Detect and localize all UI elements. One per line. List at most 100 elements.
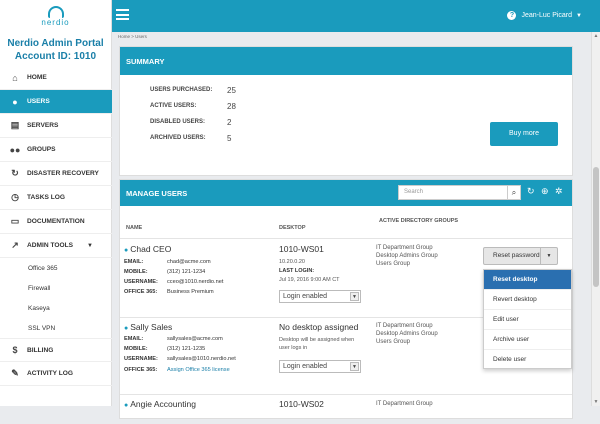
column-header-desktop: DESKTOP bbox=[279, 225, 306, 231]
summary-row: ACTIVE USERS: 28 bbox=[150, 102, 236, 111]
sidebar-item-label: BILLING bbox=[27, 346, 54, 354]
caret-down-icon: ▼ bbox=[576, 12, 582, 19]
sidebar-nav: ⌂ HOME ● USERS ▤ SERVERS ●● GROUPS ↻ DISASTER… bbox=[0, 66, 112, 386]
mobile-field: MOBILE: (312) 121-1235 bbox=[124, 346, 206, 352]
summary-panel: SUMMARY USERS PURCHASED: 25 ACTIVE USERS:… bbox=[119, 46, 573, 176]
username-field: USERNAME: sallysales@1010.nerdio.net bbox=[124, 356, 236, 362]
clock-icon: ◷ bbox=[11, 192, 19, 202]
office365-field: OFFICE 365: Assign Office 365 license bbox=[124, 367, 230, 373]
column-header-name: NAME bbox=[126, 225, 143, 231]
scrollbar-thumb[interactable] bbox=[593, 167, 599, 287]
user-name: Jean-Luc Picard bbox=[521, 12, 573, 19]
chevron-down-icon: ▼ bbox=[350, 292, 359, 301]
summary-title: SUMMARY bbox=[120, 47, 572, 75]
help-icon[interactable]: ? bbox=[507, 11, 517, 20]
add-user-icon[interactable]: ⊕ bbox=[541, 186, 549, 197]
ad-groups: IT Department Group Desktop Admins Group U… bbox=[376, 323, 438, 345]
reset-password-button[interactable]: Reset password ▼ bbox=[483, 247, 558, 265]
settings-gear-icon[interactable]: ✲ bbox=[555, 186, 563, 197]
group-icon: ●● bbox=[9, 144, 21, 155]
book-icon: ▭ bbox=[10, 216, 20, 226]
menu-item-reset-desktop[interactable]: Reset desktop bbox=[484, 270, 571, 290]
sidebar-item-label: GROUPS bbox=[27, 146, 56, 153]
dollar-icon: $ bbox=[12, 345, 18, 355]
sidebar-item-label: ADMIN TOOLS bbox=[27, 242, 74, 249]
caret-down-icon[interactable]: ▼ bbox=[540, 248, 557, 264]
sidebar-subitem-ssl-vpn[interactable]: SSL VPN bbox=[0, 318, 112, 338]
menu-item-delete-user[interactable]: Delete user bbox=[484, 350, 571, 370]
desktop-name[interactable]: 1010-WS01 bbox=[279, 244, 324, 254]
user-menu[interactable]: ? Jean-Luc Picard ▼ bbox=[507, 11, 582, 20]
search-input[interactable]: Search bbox=[398, 185, 508, 200]
person-icon: ● bbox=[124, 247, 129, 254]
buy-more-button[interactable]: Buy more bbox=[490, 122, 558, 146]
assign-license-link[interactable]: Assign Office 365 license bbox=[167, 367, 230, 373]
desktop-ip: 10.20.0.20 bbox=[279, 259, 305, 265]
sidebar-item-activity-log[interactable]: ✎ ACTIVITY LOG bbox=[0, 362, 112, 386]
sidebar-subitem-kaseya[interactable]: Kaseya bbox=[0, 298, 112, 318]
wrench-icon: ✎ bbox=[11, 368, 19, 378]
sidebar-item-label: ACTIVITY LOG bbox=[27, 370, 74, 377]
table-row: ● Angie Accounting 1010-WS02 IT Departmen… bbox=[120, 394, 572, 424]
sidebar-subitem-office-365[interactable]: Office 365 bbox=[0, 258, 112, 278]
sidebar-item-home[interactable]: ⌂ HOME bbox=[0, 66, 112, 90]
sidebar-item-billing[interactable]: $ BILLING bbox=[0, 338, 112, 362]
sidebar-item-servers[interactable]: ▤ SERVERS bbox=[0, 114, 112, 138]
last-login-label: LAST LOGIN: bbox=[279, 268, 315, 274]
refresh-icon: ↻ bbox=[11, 168, 19, 178]
ad-groups: IT Department Group bbox=[376, 401, 433, 407]
logo-mark-icon bbox=[47, 5, 64, 18]
user-actions-menu: Reset desktop Revert desktop Edit user A… bbox=[483, 269, 572, 369]
external-link-icon: ↗ bbox=[11, 240, 19, 250]
desktop-name[interactable]: 1010-WS02 bbox=[279, 399, 324, 409]
sidebar-item-tasks-log[interactable]: ◷ TASKS LOG bbox=[0, 186, 112, 210]
summary-row: ARCHIVED USERS: 5 bbox=[150, 134, 232, 143]
menu-item-archive-user[interactable]: Archive user bbox=[484, 330, 571, 350]
desktop-name: No desktop assigned bbox=[279, 322, 359, 332]
caret-down-icon: ▼ bbox=[87, 242, 93, 249]
username-field: USERNAME: cceo@1010.nerdio.net bbox=[124, 279, 224, 285]
logo-text: nerdio bbox=[41, 17, 70, 27]
hamburger-menu-icon[interactable] bbox=[116, 9, 129, 20]
breadcrumb[interactable]: Home > Users bbox=[118, 34, 147, 39]
refresh-icon[interactable]: ↻ bbox=[527, 186, 535, 197]
chevron-down-icon: ▼ bbox=[350, 362, 359, 371]
sidebar-item-label: TASKS LOG bbox=[27, 194, 65, 201]
portal-title: Nerdio Admin Portal Account ID: 1010 bbox=[0, 37, 111, 65]
user-name[interactable]: ● Angie Accounting bbox=[124, 399, 196, 409]
scroll-down-icon[interactable]: ▼ bbox=[592, 399, 600, 405]
login-state-select[interactable]: Login enabled ▼ bbox=[279, 360, 361, 373]
sidebar-item-admin-tools[interactable]: ↗ ADMIN TOOLS ▼ bbox=[0, 234, 112, 258]
email-field: EMAIL: sallysales@acme.com bbox=[124, 336, 223, 342]
sidebar-item-groups[interactable]: ●● GROUPS bbox=[0, 138, 112, 162]
summary-row: DISABLED USERS: 2 bbox=[150, 118, 232, 127]
ad-groups: IT Department Group Desktop Admins Group U… bbox=[376, 245, 438, 267]
sidebar: nerdio Nerdio Admin Portal Account ID: 1… bbox=[0, 0, 112, 406]
office365-field: OFFICE 365: Business Premium bbox=[124, 289, 214, 295]
sidebar-item-label: HOME bbox=[27, 74, 47, 81]
scroll-up-icon[interactable]: ▲ bbox=[592, 33, 600, 39]
sidebar-item-label: DOCUMENTATION bbox=[27, 218, 85, 225]
desktop-note: Desktop will be assigned when user logs … bbox=[279, 337, 355, 351]
user-icon: ● bbox=[12, 96, 18, 107]
server-icon: ▤ bbox=[10, 120, 20, 130]
sidebar-subitem-firewall[interactable]: Firewall bbox=[0, 278, 112, 298]
column-header-groups: ACTIVE DIRECTORY GROUPS bbox=[379, 218, 459, 224]
search-icon[interactable]: ⌕ bbox=[507, 185, 521, 200]
sidebar-item-label: DISASTER RECOVERY bbox=[27, 170, 99, 177]
portal-name: Nerdio Admin Portal bbox=[7, 38, 104, 49]
sidebar-item-disaster-recovery[interactable]: ↻ DISASTER RECOVERY bbox=[0, 162, 112, 186]
manage-users-panel: MANAGE USERS Search ⌕ ↻ ⊕ ✲ NAME DESKTOP… bbox=[119, 179, 573, 419]
user-name[interactable]: ● Chad CEO bbox=[124, 244, 171, 254]
summary-row: USERS PURCHASED: 25 bbox=[150, 86, 236, 95]
login-state-select[interactable]: Login enabled ▼ bbox=[279, 290, 361, 303]
user-name[interactable]: ● Sally Sales bbox=[124, 322, 172, 332]
nerdio-logo[interactable]: nerdio bbox=[0, 0, 111, 32]
sidebar-item-users[interactable]: ● USERS bbox=[0, 90, 112, 114]
menu-item-edit-user[interactable]: Edit user bbox=[484, 310, 571, 330]
mobile-field: MOBILE: (312) 121-1234 bbox=[124, 269, 206, 275]
top-bar: ? Jean-Luc Picard ▼ bbox=[112, 0, 600, 32]
page-scrollbar[interactable]: ▲ ▼ bbox=[591, 32, 600, 406]
sidebar-item-documentation[interactable]: ▭ DOCUMENTATION bbox=[0, 210, 112, 234]
menu-item-revert-desktop[interactable]: Revert desktop bbox=[484, 290, 571, 310]
